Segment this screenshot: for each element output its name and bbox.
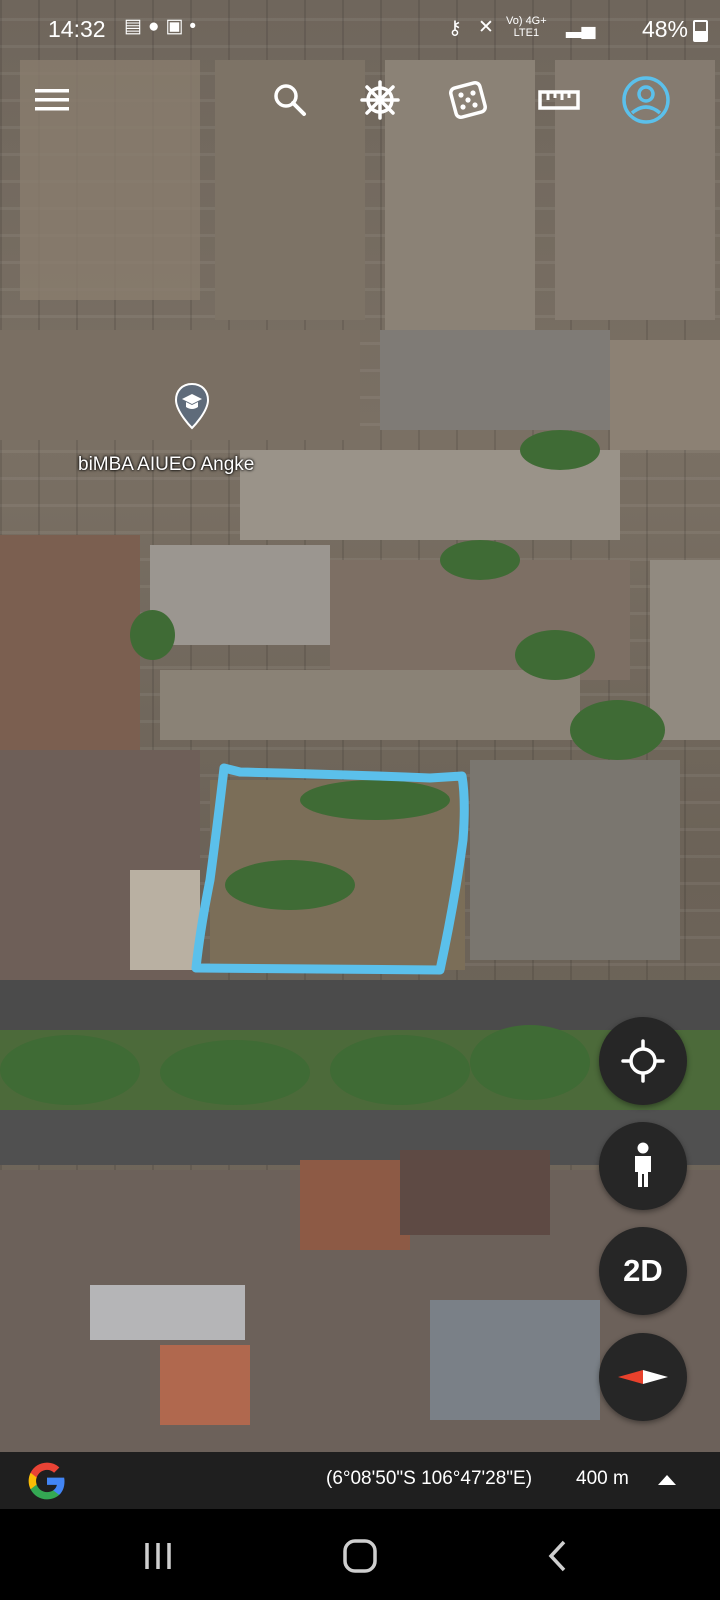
scale-readout: 400 m <box>576 1468 629 1489</box>
menu-button[interactable] <box>24 70 80 130</box>
recents-icon <box>145 1543 171 1569</box>
recents-button[interactable] <box>128 1531 188 1581</box>
ruler-icon <box>538 90 580 110</box>
drawn-outline <box>191 763 469 975</box>
expand-info-caret-icon[interactable] <box>658 1475 676 1485</box>
battery-icon <box>693 20 708 42</box>
key-icon: ⚷ <box>448 18 462 39</box>
view-mode-label: 2D <box>623 1253 663 1288</box>
network-label: Vo) 4G+ <box>506 15 547 27</box>
status-time: 14:32 <box>48 16 106 42</box>
signal-icon: ▂▄ <box>566 16 596 38</box>
info-bar: (6°08'50"S 106°47'28"E) 400 m <box>0 1452 720 1509</box>
voyager-wheel-icon <box>360 80 400 120</box>
dot-icon: • <box>189 16 203 37</box>
system-nav-bar <box>0 1509 720 1600</box>
compass-icon <box>618 1370 668 1384</box>
search-icon <box>274 84 306 116</box>
search-button[interactable] <box>262 70 318 130</box>
notification-icons: ▤●▣• <box>124 15 202 38</box>
google-logo-icon <box>28 1462 65 1500</box>
my-location-icon <box>621 1039 665 1083</box>
pegman-icon <box>635 1142 651 1187</box>
dice-icon <box>449 81 487 119</box>
network-sublabel: LTE1 <box>513 27 540 39</box>
place-label[interactable]: biMBA AIUEO Angke <box>78 454 254 476</box>
home-icon <box>343 1539 377 1573</box>
top-toolbar <box>0 70 720 140</box>
account-icon <box>622 76 670 124</box>
home-button[interactable] <box>330 1531 390 1581</box>
voyager-button[interactable] <box>352 70 408 130</box>
view-mode-button[interactable]: 2D <box>599 1227 687 1315</box>
back-icon <box>548 1540 566 1572</box>
education-pin-icon[interactable] <box>174 382 210 430</box>
feeling-lucky-button[interactable] <box>440 70 496 130</box>
mute-icon: ✕ <box>478 17 494 38</box>
measure-button[interactable] <box>528 70 590 130</box>
back-button[interactable] <box>528 1531 588 1581</box>
chat-icon: ● <box>147 16 166 37</box>
image-icon: ▣ <box>165 16 190 37</box>
menu-icon <box>35 89 69 111</box>
my-location-button[interactable] <box>599 1017 687 1105</box>
satellite-map[interactable]: biMBA AIUEO Angke <box>0 0 720 1452</box>
street-view-button[interactable] <box>599 1122 687 1210</box>
status-bar: 14:32 ▤●▣• ⚷ ✕ Vo) 4G+ LTE1 ▂▄ 48% <box>0 0 720 62</box>
battery-level: 48% <box>641 16 688 42</box>
account-button[interactable] <box>618 70 674 130</box>
compass-button[interactable] <box>599 1333 687 1421</box>
news-icon: ▤ <box>124 16 148 37</box>
coordinates-readout: (6°08'50"S 106°47'28"E) <box>326 1468 533 1489</box>
